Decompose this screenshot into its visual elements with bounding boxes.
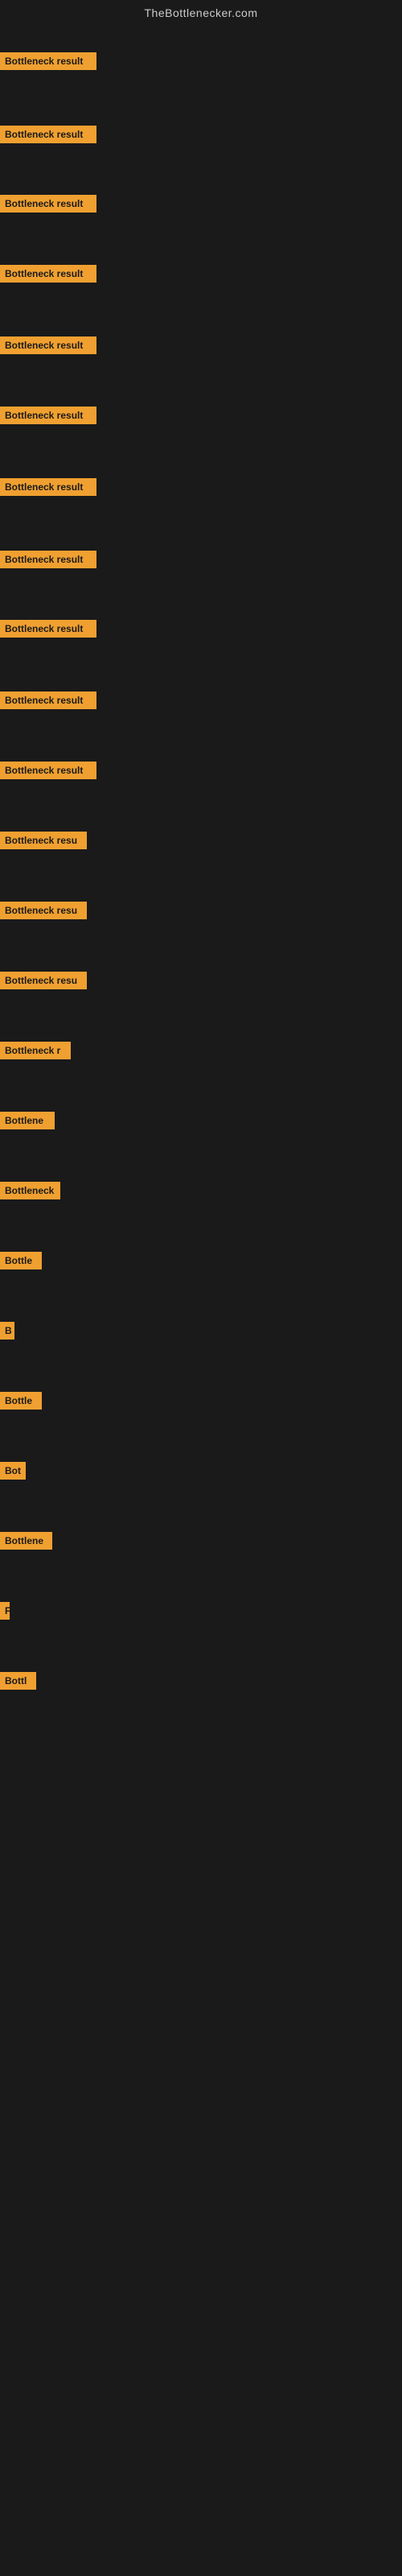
bottleneck-label-4: Bottleneck result [0, 265, 96, 283]
bottleneck-label-21: Bot [0, 1462, 26, 1480]
bottleneck-label-1: Bottleneck result [0, 52, 96, 70]
bottleneck-label-2: Bottleneck result [0, 126, 96, 143]
bottleneck-result-item: Bottl [0, 1672, 36, 1694]
bottleneck-label-6: Bottleneck result [0, 407, 96, 424]
bottleneck-result-item: Bottlene [0, 1532, 52, 1554]
bottleneck-result-item: Bottleneck [0, 1182, 60, 1203]
bottleneck-label-7: Bottleneck result [0, 478, 96, 496]
bottleneck-result-item: Bottleneck result [0, 620, 96, 642]
bottleneck-result-item: Bottleneck result [0, 691, 96, 713]
bottleneck-label-3: Bottleneck result [0, 195, 96, 213]
bottleneck-result-item: Bottleneck r [0, 1042, 71, 1063]
bottleneck-label-5: Bottleneck result [0, 336, 96, 354]
bottleneck-result-item: Bottle [0, 1392, 42, 1414]
bottleneck-result-item: Bottleneck result [0, 478, 96, 500]
bottleneck-label-14: Bottleneck resu [0, 972, 87, 989]
bottleneck-label-8: Bottleneck result [0, 551, 96, 568]
bottleneck-label-22: Bottlene [0, 1532, 52, 1550]
bottleneck-result-item: Bottleneck result [0, 407, 96, 428]
bottleneck-result-item: F [0, 1602, 10, 1624]
bottleneck-label-24: Bottl [0, 1672, 36, 1690]
bottleneck-result-item: Bottle [0, 1252, 42, 1274]
bottleneck-result-item: Bottleneck result [0, 762, 96, 783]
bottleneck-result-item: Bottleneck result [0, 52, 96, 74]
bottleneck-label-10: Bottleneck result [0, 691, 96, 709]
bottleneck-label-12: Bottleneck resu [0, 832, 87, 849]
bottleneck-result-item: Bottleneck result [0, 195, 96, 217]
bottleneck-result-item: Bottleneck result [0, 265, 96, 287]
site-title: TheBottlenecker.com [0, 0, 402, 23]
bottleneck-label-18: Bottle [0, 1252, 42, 1269]
bottleneck-result-item: Bottleneck result [0, 336, 96, 358]
bottleneck-result-item: Bottleneck resu [0, 902, 87, 923]
bottleneck-label-11: Bottleneck result [0, 762, 96, 779]
bottleneck-label-9: Bottleneck result [0, 620, 96, 638]
bottleneck-result-item: Bot [0, 1462, 26, 1484]
bottleneck-result-item: Bottleneck resu [0, 832, 87, 853]
bottleneck-label-23: F [0, 1602, 10, 1620]
bottleneck-result-item: Bottlene [0, 1112, 55, 1133]
bottleneck-result-item: Bottleneck result [0, 551, 96, 572]
bottleneck-label-16: Bottlene [0, 1112, 55, 1129]
bottleneck-label-17: Bottleneck [0, 1182, 60, 1199]
bottleneck-result-item: Bottleneck resu [0, 972, 87, 993]
bottleneck-result-item: B [0, 1322, 14, 1344]
bottleneck-label-15: Bottleneck r [0, 1042, 71, 1059]
bottleneck-label-20: Bottle [0, 1392, 42, 1410]
bottleneck-label-13: Bottleneck resu [0, 902, 87, 919]
bottleneck-label-19: B [0, 1322, 14, 1340]
bottleneck-result-item: Bottleneck result [0, 126, 96, 147]
